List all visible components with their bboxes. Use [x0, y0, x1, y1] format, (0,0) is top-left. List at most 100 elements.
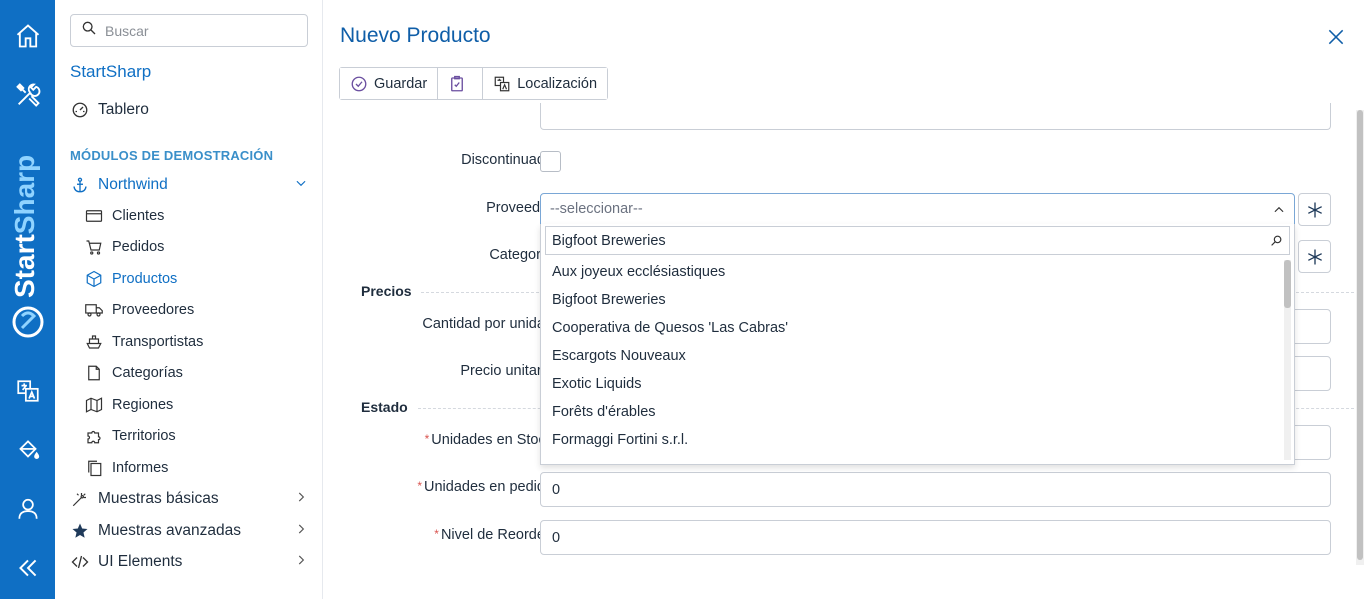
chevron-down-icon — [294, 176, 308, 195]
form-scrollbar[interactable] — [1356, 110, 1364, 565]
status-section-title: Estado — [361, 399, 408, 415]
cart-icon — [84, 237, 104, 257]
code-icon — [70, 552, 90, 572]
prices-section-title: Precios — [361, 283, 412, 299]
dropdown-search-text: Bigfoot Breweries — [552, 232, 666, 249]
collapse-icon[interactable] — [0, 546, 55, 590]
translate-icon — [494, 76, 510, 91]
map-icon — [84, 395, 104, 415]
home-icon[interactable] — [0, 14, 55, 58]
save-label: Guardar — [374, 75, 428, 92]
sidebar-item-label: Pedidos — [112, 239, 165, 255]
required-marker: * — [424, 432, 430, 446]
supplier-edit-button[interactable] — [1298, 193, 1331, 226]
sidebar-item-clientes[interactable]: Clientes — [84, 206, 164, 226]
supplier-select-placeholder: --seleccionar-- — [550, 201, 643, 217]
ship-icon — [84, 332, 104, 352]
reorder-level-text: Nivel de Reorden — [440, 527, 553, 543]
units-in-stock-label: * Unidades en Stock — [425, 432, 553, 448]
sidebar-item-label: Informes — [112, 460, 169, 476]
translate-icon[interactable] — [0, 369, 55, 413]
sidebar-item-ui-elements[interactable]: UI Elements — [70, 552, 308, 572]
sidebar-item-muestras-basicas[interactable]: Muestras básicas — [70, 489, 308, 509]
dropdown-option[interactable]: Formaggi Fortini s.r.l. — [541, 426, 1281, 454]
startsharp-logo: StartSharp — [9, 140, 44, 340]
asterisk-icon — [1307, 202, 1322, 217]
chevron-right-icon — [294, 553, 308, 572]
sidebar-item-proveedores[interactable]: Proveedores — [84, 300, 194, 320]
sidebar-item-transportistas[interactable]: Transportistas — [84, 332, 203, 352]
sidebar-item-label: Regiones — [112, 397, 174, 413]
dropdown-option[interactable]: Exotic Liquids — [541, 370, 1281, 398]
supplier-dropdown: Bigfoot Breweries Aux joyeux ecclésiasti… — [540, 224, 1295, 465]
user-icon[interactable] — [0, 487, 55, 531]
sidebar-item-regiones[interactable]: Regiones — [84, 395, 173, 415]
sidebar-item-categorias[interactable]: Categorías — [84, 363, 183, 383]
dropdown-option[interactable]: Forêts d'érables — [541, 398, 1281, 426]
dropdown-scrollbar-thumb[interactable] — [1284, 260, 1291, 308]
paint-bucket-icon[interactable] — [0, 428, 55, 472]
sidebar-item-label: Productos — [112, 271, 178, 287]
apply-button[interactable] — [438, 68, 484, 99]
sidebar-item-label: Transportistas — [112, 334, 204, 350]
box-icon — [84, 269, 104, 289]
chevron-up-icon — [1272, 203, 1286, 221]
sidebar-item-label: Clientes — [112, 208, 165, 224]
save-button[interactable]: Guardar — [340, 68, 439, 99]
sidebar-item-label: UI Elements — [98, 553, 183, 570]
sidebar-item-northwind[interactable]: Northwind — [70, 175, 308, 195]
supplier-select[interactable]: --seleccionar-- — [540, 193, 1295, 225]
units-in-stock-text: Unidades en Stock — [431, 432, 553, 448]
sidebar-item-pedidos[interactable]: Pedidos — [84, 237, 164, 257]
localization-button[interactable]: Localización — [483, 68, 608, 99]
dropdown-search-input[interactable]: Bigfoot Breweries — [545, 226, 1290, 255]
required-marker: * — [434, 527, 439, 541]
app-title[interactable]: StartSharp — [70, 62, 151, 82]
sidebar-item-label: Proveedores — [112, 302, 195, 318]
search-icon — [1270, 234, 1283, 251]
section-label: MÓDULOS DE DEMOSTRACIÓN — [70, 148, 274, 163]
svg-text:StartSharp: StartSharp — [12, 155, 40, 298]
sidebar-item-dashboard[interactable]: Tablero — [70, 100, 149, 120]
reorder-level-label: * Nivel de Reorden — [434, 527, 553, 543]
close-icon[interactable] — [1326, 27, 1346, 47]
sidebar-item-informes[interactable]: Informes — [84, 458, 168, 478]
id-card-icon — [84, 206, 104, 226]
gauge-icon — [70, 100, 90, 120]
sidebar-search[interactable] — [70, 14, 308, 47]
sidebar: StartSharp Tablero MÓDULOS DE DEMOSTRACI… — [55, 0, 323, 599]
dropdown-option[interactable]: Bigfoot Breweries — [541, 286, 1281, 314]
sidebar-item-label: Territorios — [112, 428, 176, 444]
sidebar-item-muestras-avanzadas[interactable]: Muestras avanzadas — [70, 521, 308, 541]
reorder-level-field[interactable]: 0 — [540, 520, 1331, 555]
dropdown-option[interactable]: Escargots Nouveaux — [541, 342, 1281, 370]
icon-rail: StartSharp — [0, 0, 55, 599]
sidebar-item-label: Northwind — [98, 176, 168, 193]
units-on-order-text: Unidades en pedido — [424, 479, 553, 495]
wand-icon — [70, 489, 90, 509]
sidebar-item-territorios[interactable]: Territorios — [84, 426, 176, 446]
dropdown-option[interactable]: Aux joyeux ecclésiastiques — [541, 258, 1281, 286]
form-scrollbar-thumb[interactable] — [1357, 110, 1363, 560]
dropdown-scrollbar[interactable] — [1284, 260, 1291, 460]
category-edit-button[interactable] — [1298, 240, 1331, 273]
asterisk-icon — [1307, 249, 1322, 264]
check-circle-icon — [351, 76, 367, 91]
discontinued-checkbox[interactable] — [540, 151, 561, 172]
dropdown-options: Aux joyeux ecclésiastiques Bigfoot Brewe… — [541, 258, 1281, 454]
sidebar-item-label: Tablero — [98, 101, 149, 118]
puzzle-icon — [84, 426, 104, 446]
clipboard-check-icon — [451, 75, 464, 91]
quantity-per-unit-label: Cantidad por unidad — [422, 316, 553, 332]
sidebar-item-label: Muestras básicas — [98, 490, 219, 507]
partial-field-above — [540, 103, 1331, 130]
sidebar-item-productos[interactable]: Productos — [84, 269, 177, 289]
anchor-icon — [70, 175, 90, 195]
search-input[interactable] — [105, 22, 295, 39]
units-on-order-field[interactable]: 0 — [540, 472, 1331, 507]
sidebar-item-label: Muestras avanzadas — [98, 522, 242, 539]
tools-icon[interactable] — [0, 73, 55, 117]
units-on-order-value: 0 — [552, 481, 561, 498]
product-dialog: Nuevo Producto Guardar Localización Disc… — [323, 0, 1366, 599]
dropdown-option[interactable]: Cooperativa de Quesos 'Las Cabras' — [541, 314, 1281, 342]
